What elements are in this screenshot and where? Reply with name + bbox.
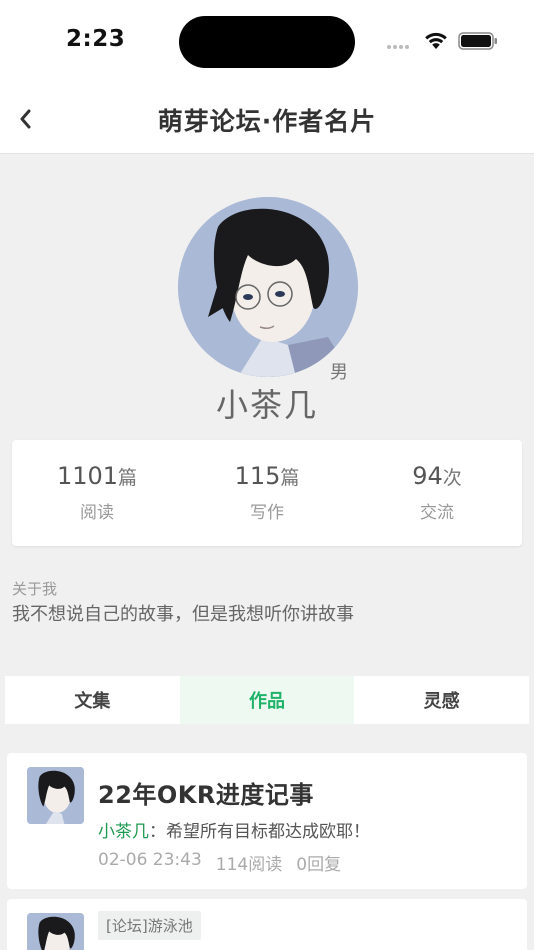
about-heading: 关于我 (12, 580, 58, 598)
stat-unit: 篇 (118, 467, 138, 489)
forum-tag[interactable]: [论坛]游泳池 (98, 911, 201, 940)
avatar[interactable] (178, 197, 358, 377)
dynamic-island (179, 16, 355, 68)
status-bar: 2:23 (0, 0, 534, 84)
avatar-image (27, 767, 84, 824)
content-tabs: 文集 作品 灵感 (5, 676, 529, 724)
avatar-image (178, 197, 358, 377)
stat-unit: 篇 (280, 467, 300, 489)
post-meta: 02-06 23:43 114阅读 0回复 (98, 850, 341, 875)
stat-unit: 次 (442, 467, 462, 489)
post-separator: ： (149, 822, 166, 842)
tab-collections[interactable]: 文集 (5, 676, 180, 724)
wifi-icon (425, 32, 447, 49)
post-card[interactable]: 22年OKR进度记事 小茶几：希望所有目标都达成欧耶！ 02-06 23:43 … (7, 753, 527, 889)
post-card[interactable]: [论坛]游泳池 (7, 899, 527, 950)
post-replies: 0回复 (296, 855, 342, 875)
stat-label: 阅读 (80, 503, 114, 523)
cellular-signal-icon (387, 45, 409, 49)
post-excerpt-line: 小茶几：希望所有目标都达成欧耶！ (98, 817, 370, 842)
battery-icon (458, 32, 497, 50)
post-author-link[interactable]: 小茶几 (98, 822, 149, 842)
post-excerpt: 希望所有目标都达成欧耶！ (166, 822, 370, 842)
status-time: 2:23 (66, 26, 126, 52)
stat-label: 写作 (250, 503, 284, 523)
page-title: 萌芽论坛·作者名片 (157, 107, 377, 136)
tab-inspiration[interactable]: 灵感 (354, 676, 529, 724)
avatar-image (27, 913, 84, 950)
stat-label: 交流 (420, 503, 454, 523)
stat-value: 1101 (56, 462, 119, 490)
tab-works[interactable]: 作品 (179, 676, 355, 724)
stat-interactions[interactable]: 94次 交流 (352, 440, 522, 546)
stat-reads[interactable]: 1101篇 阅读 (12, 440, 182, 546)
post-author-avatar[interactable] (27, 767, 84, 824)
post-author-avatar[interactable] (27, 913, 84, 950)
post-title[interactable]: 22年OKR进度记事 (98, 775, 314, 810)
post-date: 02-06 23:43 (98, 850, 202, 870)
about-text: 我不想说自己的故事，但是我想听你讲故事 (12, 604, 354, 625)
stat-writing[interactable]: 115篇 写作 (182, 440, 352, 546)
post-reads: 114阅读 (215, 855, 283, 875)
author-name: 小茶几 (215, 386, 318, 424)
navigation-bar: 萌芽论坛·作者名片 (0, 84, 534, 154)
stats-card: 1101篇 阅读 115篇 写作 94次 交流 (12, 440, 522, 546)
stat-value: 115 (234, 462, 281, 490)
stat-value: 94 (412, 462, 443, 490)
